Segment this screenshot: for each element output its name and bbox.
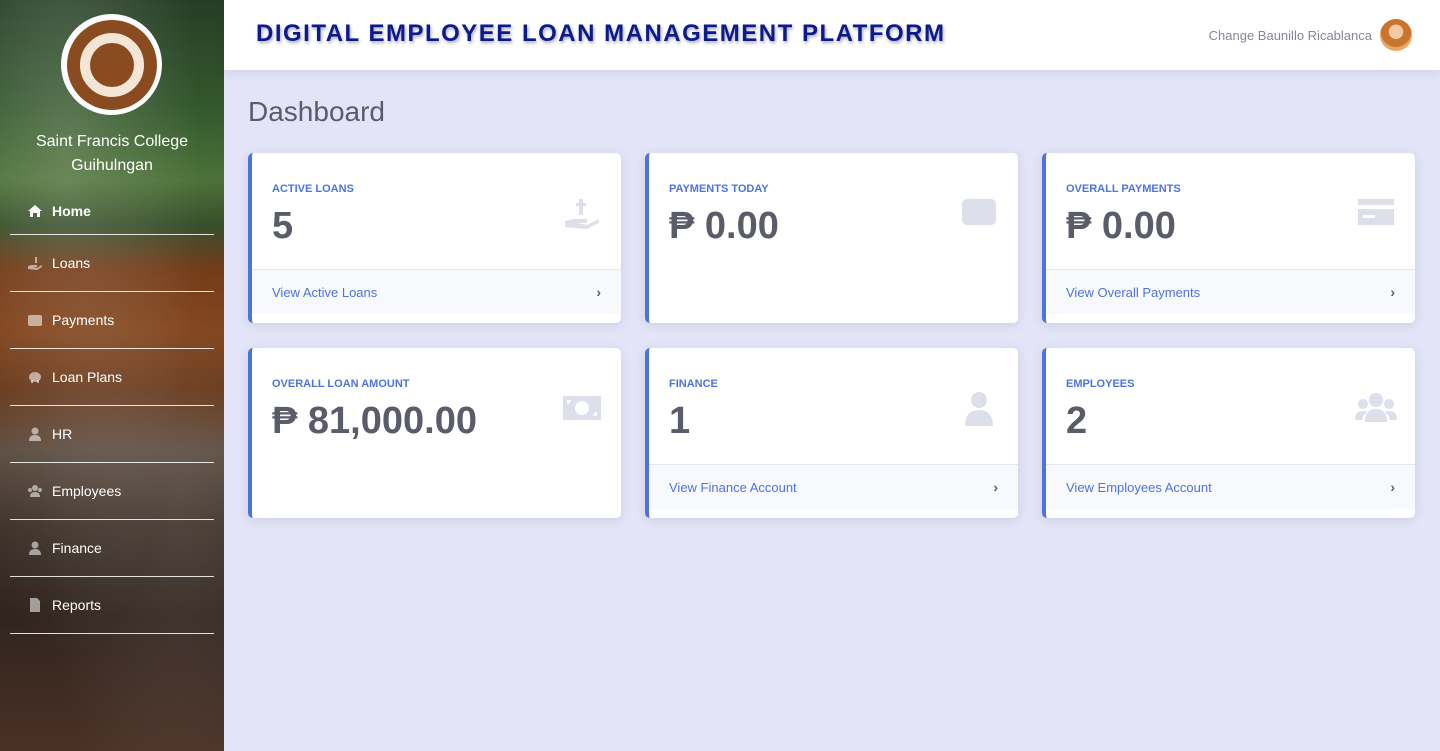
sidebar-item-label: Payments	[52, 312, 115, 328]
user-menu[interactable]: Change Baunillo Ricablanca	[1209, 19, 1412, 51]
card-footer[interactable]: View Overall Payments ›	[1046, 269, 1415, 314]
view-finance-account-link[interactable]: View Finance Account	[669, 480, 797, 495]
card-footer[interactable]: View Active Loans ›	[252, 269, 621, 314]
college-logo	[61, 14, 162, 115]
page-title: Dashboard	[248, 96, 385, 127]
card-value: 1	[669, 400, 691, 442]
wallet-icon	[958, 195, 1000, 231]
sidebar-item-loans[interactable]: Loans	[10, 235, 214, 292]
sidebar-item-label: Loans	[52, 255, 91, 271]
sidebar: Saint Francis College Guihulngan Home Lo…	[0, 0, 224, 751]
card-active-loans: ACTIVE LOANS 5 View Active Loans ›	[248, 153, 621, 323]
card-finance: FINANCE 1 View Finance Account ›	[645, 348, 1018, 518]
card-value: 2	[1066, 400, 1088, 442]
view-active-loans-link[interactable]: View Active Loans	[272, 285, 377, 300]
user-name[interactable]: Change Baunillo Ricablanca	[1209, 28, 1372, 43]
platform-title: DIGITAL EMPLOYEE LOAN MANAGEMENT PLATFOR…	[256, 20, 946, 47]
users-icon	[1355, 390, 1397, 426]
sidebar-item-finance[interactable]: Finance	[10, 520, 214, 577]
money-bill-icon	[561, 390, 603, 426]
home-icon	[26, 204, 44, 218]
user-icon	[26, 427, 44, 441]
chevron-right-icon: ›	[993, 479, 998, 495]
card-footer[interactable]: View Finance Account ›	[649, 464, 1018, 509]
card-label: EMPLOYEES	[1066, 378, 1135, 390]
card-value: ₱ 0.00	[1066, 205, 1176, 247]
view-employees-account-link[interactable]: View Employees Account	[1066, 480, 1212, 495]
credit-card-icon	[1355, 195, 1397, 231]
sidebar-item-hr[interactable]: HR	[10, 406, 214, 463]
topbar: DIGITAL EMPLOYEE LOAN MANAGEMENT PLATFOR…	[224, 0, 1440, 70]
card-label: OVERALL PAYMENTS	[1066, 183, 1181, 195]
sidebar-nav: Home Loans Payments Loan Plans HR Employ…	[10, 187, 214, 634]
sidebar-item-employees[interactable]: Employees	[10, 463, 214, 520]
card-overall-loan-amount: OVERALL LOAN AMOUNT ₱ 81,000.00	[248, 348, 621, 518]
sidebar-item-label: Finance	[52, 540, 102, 556]
piggy-bank-icon	[26, 370, 44, 384]
card-label: PAYMENTS TODAY	[669, 183, 769, 195]
sidebar-item-loan-plans[interactable]: Loan Plans	[10, 349, 214, 406]
card-label: ACTIVE LOANS	[272, 183, 354, 195]
chevron-right-icon: ›	[1390, 479, 1395, 495]
college-name: Saint Francis College Guihulngan	[35, 133, 189, 174]
avatar[interactable]	[1380, 19, 1412, 51]
chevron-right-icon: ›	[596, 284, 601, 300]
sidebar-item-payments[interactable]: Payments	[10, 292, 214, 349]
sidebar-item-label: Reports	[52, 597, 102, 613]
card-label: FINANCE	[669, 378, 718, 390]
wallet-icon	[26, 313, 44, 327]
sidebar-item-label: Home	[52, 202, 91, 219]
card-overall-payments: OVERALL PAYMENTS ₱ 0.00 View Overall Pay…	[1042, 153, 1415, 323]
hand-holding-dollar-icon	[26, 256, 44, 270]
sidebar-item-label: Loan Plans	[52, 369, 123, 385]
card-value: 5	[272, 205, 294, 247]
sidebar-item-home[interactable]: Home	[10, 187, 214, 235]
card-value: ₱ 81,000.00	[272, 400, 477, 442]
users-icon	[26, 484, 44, 498]
sidebar-item-label: HR	[52, 426, 73, 442]
card-value: ₱ 0.00	[669, 205, 779, 247]
file-icon	[26, 598, 44, 612]
card-footer[interactable]: View Employees Account ›	[1046, 464, 1415, 509]
sidebar-item-label: Employees	[52, 483, 122, 499]
card-employees: EMPLOYEES 2 View Employees Account ›	[1042, 348, 1415, 518]
card-payments-today: PAYMENTS TODAY ₱ 0.00	[645, 153, 1018, 323]
view-overall-payments-link[interactable]: View Overall Payments	[1066, 285, 1200, 300]
user-icon	[26, 541, 44, 555]
chevron-right-icon: ›	[1390, 284, 1395, 300]
hand-holding-dollar-icon	[561, 195, 603, 231]
user-icon	[958, 390, 1000, 426]
card-label: OVERALL LOAN AMOUNT	[272, 378, 410, 390]
sidebar-item-reports[interactable]: Reports	[10, 577, 214, 634]
